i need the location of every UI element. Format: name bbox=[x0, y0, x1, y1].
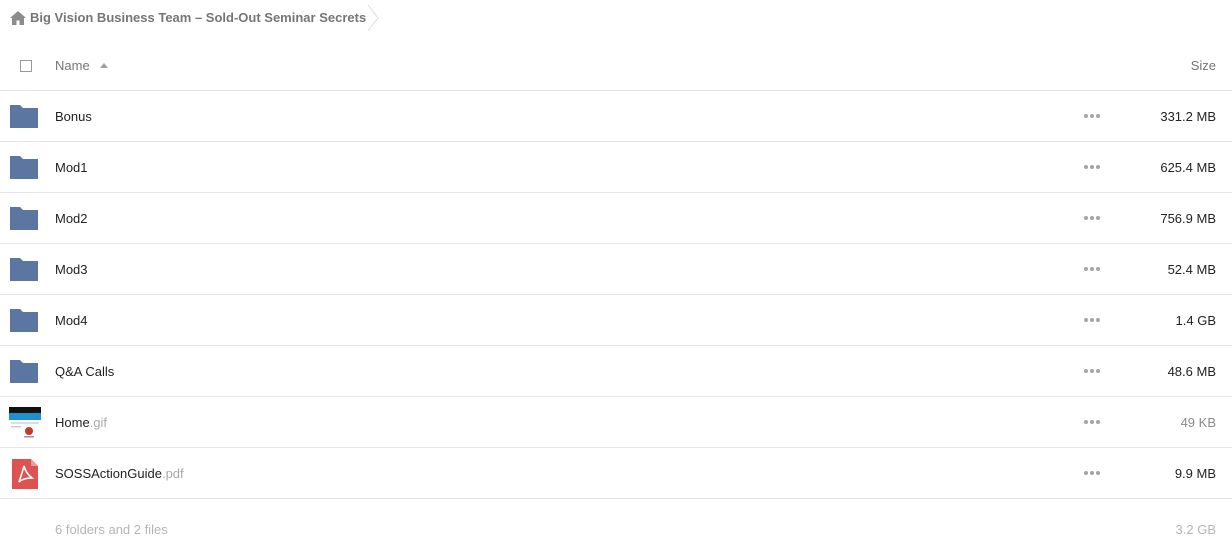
file-row[interactable]: Home.gif 49 KB bbox=[0, 397, 1232, 448]
file-name[interactable]: Mod2 bbox=[55, 211, 88, 226]
file-list-summary: 6 folders and 2 files 3.2 GB bbox=[0, 520, 1232, 540]
column-header-size[interactable]: Size bbox=[1191, 58, 1216, 73]
file-name[interactable]: Bonus bbox=[55, 109, 92, 124]
folder-icon bbox=[10, 258, 38, 281]
file-row[interactable]: SOSSActionGuide.pdf 9.9 MB bbox=[0, 448, 1232, 499]
image-thumbnail-icon bbox=[9, 407, 41, 439]
folder-icon bbox=[10, 105, 38, 128]
file-size: 1.4 GB bbox=[1175, 313, 1216, 328]
file-size: 9.9 MB bbox=[1174, 466, 1216, 481]
more-actions-icon[interactable] bbox=[1082, 264, 1102, 274]
file-row[interactable]: Mod4 1.4 GB bbox=[0, 295, 1232, 346]
file-list-header: Name Size bbox=[0, 40, 1232, 91]
more-actions-icon[interactable] bbox=[1082, 417, 1102, 427]
folder-icon bbox=[10, 207, 38, 230]
more-actions-icon[interactable] bbox=[1082, 111, 1102, 121]
more-actions-icon[interactable] bbox=[1082, 315, 1102, 325]
breadcrumb: Big Vision Business Team – Sold-Out Semi… bbox=[0, 0, 420, 36]
more-actions-icon[interactable] bbox=[1082, 213, 1102, 223]
chevron-right-icon bbox=[367, 4, 379, 32]
folder-icon bbox=[10, 360, 38, 383]
folder-icon bbox=[10, 309, 38, 332]
file-size: 625.4 MB bbox=[1160, 160, 1216, 175]
file-size: 49 KB bbox=[1180, 415, 1216, 430]
file-size: 48.6 MB bbox=[1167, 364, 1216, 379]
file-list: Bonus 331.2 MB Mod1 625.4 MB Mod2 756.9 … bbox=[0, 91, 1232, 499]
file-row[interactable]: Bonus 331.2 MB bbox=[0, 91, 1232, 142]
folder-icon bbox=[10, 156, 38, 179]
column-header-name[interactable]: Name bbox=[55, 58, 90, 73]
more-actions-icon[interactable] bbox=[1082, 468, 1102, 478]
more-actions-icon[interactable] bbox=[1082, 162, 1102, 172]
file-name[interactable]: SOSSActionGuide.pdf bbox=[55, 466, 184, 481]
home-icon[interactable] bbox=[9, 10, 27, 26]
file-row[interactable]: Q&A Calls 48.6 MB bbox=[0, 346, 1232, 397]
pdf-file-icon bbox=[12, 459, 38, 489]
file-name[interactable]: Mod1 bbox=[55, 160, 88, 175]
summary-total-size: 3.2 GB bbox=[1175, 522, 1216, 537]
file-row[interactable]: Mod3 52.4 MB bbox=[0, 244, 1232, 295]
file-size: 756.9 MB bbox=[1160, 211, 1216, 226]
file-row[interactable]: Mod1 625.4 MB bbox=[0, 142, 1232, 193]
summary-count: 6 folders and 2 files bbox=[55, 522, 168, 537]
file-name[interactable]: Mod3 bbox=[55, 262, 88, 277]
file-size: 331.2 MB bbox=[1160, 109, 1216, 124]
file-row[interactable]: Mod2 756.9 MB bbox=[0, 193, 1232, 244]
breadcrumb-current[interactable]: Big Vision Business Team – Sold-Out Semi… bbox=[30, 10, 366, 25]
sort-ascending-icon[interactable] bbox=[100, 62, 108, 68]
file-size: 52.4 MB bbox=[1167, 262, 1216, 277]
file-name[interactable]: Q&A Calls bbox=[55, 364, 114, 379]
file-name[interactable]: Home.gif bbox=[55, 415, 107, 430]
more-actions-icon[interactable] bbox=[1082, 366, 1102, 376]
file-name[interactable]: Mod4 bbox=[55, 313, 88, 328]
select-all-checkbox[interactable] bbox=[20, 60, 32, 72]
